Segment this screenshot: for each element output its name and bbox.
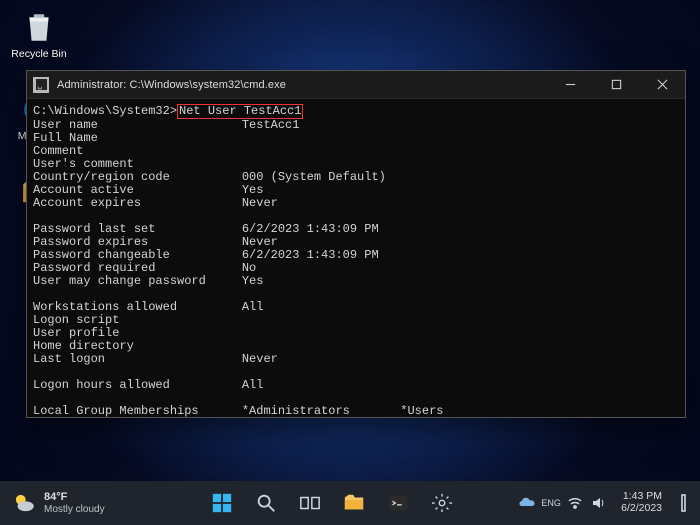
system-tray[interactable]: ENG xyxy=(519,495,607,511)
membership-line-1: Local Group Memberships *Administrators … xyxy=(33,404,443,417)
prompt-prefix: C:\Windows\System32> xyxy=(33,104,177,118)
settings-button[interactable] xyxy=(422,483,462,523)
recycle-bin-label: Recycle Bin xyxy=(6,48,72,60)
taskbar-center xyxy=(155,483,509,523)
terminal-output[interactable]: C:\Windows\System32>Net User TestAcc1 Us… xyxy=(27,99,685,417)
net-user-output-rows: User name TestAcc1 Full Name Comment Use… xyxy=(33,118,386,392)
weather-icon xyxy=(10,489,38,517)
language-icon[interactable]: ENG xyxy=(543,495,559,511)
titlebar[interactable]: ␣ Administrator: C:\Windows\system32\cmd… xyxy=(27,71,685,99)
clock[interactable]: 1:43 PM 6/2/2023 xyxy=(617,488,666,517)
window-controls xyxy=(547,71,685,99)
notifications-icon[interactable] xyxy=(676,491,692,515)
minimize-button[interactable] xyxy=(547,71,593,99)
weather-temp: 84°F xyxy=(44,492,105,503)
taskbar: 84°F Mostly cloudy ENG xyxy=(0,481,700,525)
cmd-window: ␣ Administrator: C:\Windows\system32\cmd… xyxy=(26,70,686,418)
weather-text: 84°F Mostly cloudy xyxy=(44,492,105,515)
task-view-button[interactable] xyxy=(290,483,330,523)
taskbar-weather[interactable]: 84°F Mostly cloudy xyxy=(0,481,155,525)
volume-icon[interactable] xyxy=(591,495,607,511)
taskbar-right: ENG 1:43 PM 6/2/2023 xyxy=(509,481,700,525)
svg-text:␣: ␣ xyxy=(37,80,42,89)
terminal-button[interactable] xyxy=(378,483,418,523)
weather-cond: Mostly cloudy xyxy=(44,505,105,515)
onedrive-icon[interactable] xyxy=(519,495,535,511)
start-button[interactable] xyxy=(202,483,242,523)
highlighted-command: Net User TestAcc1 xyxy=(177,104,303,119)
maximize-button[interactable] xyxy=(593,71,639,99)
explorer-button[interactable] xyxy=(334,483,374,523)
cmd-icon: ␣ xyxy=(33,77,49,93)
clock-date: 6/2/2023 xyxy=(621,503,662,515)
search-button[interactable] xyxy=(246,483,286,523)
recycle-bin-icon[interactable]: Recycle Bin xyxy=(6,6,72,66)
close-button[interactable] xyxy=(639,71,685,99)
wifi-icon[interactable] xyxy=(567,495,583,511)
window-title: Administrator: C:\Windows\system32\cmd.e… xyxy=(55,79,547,91)
